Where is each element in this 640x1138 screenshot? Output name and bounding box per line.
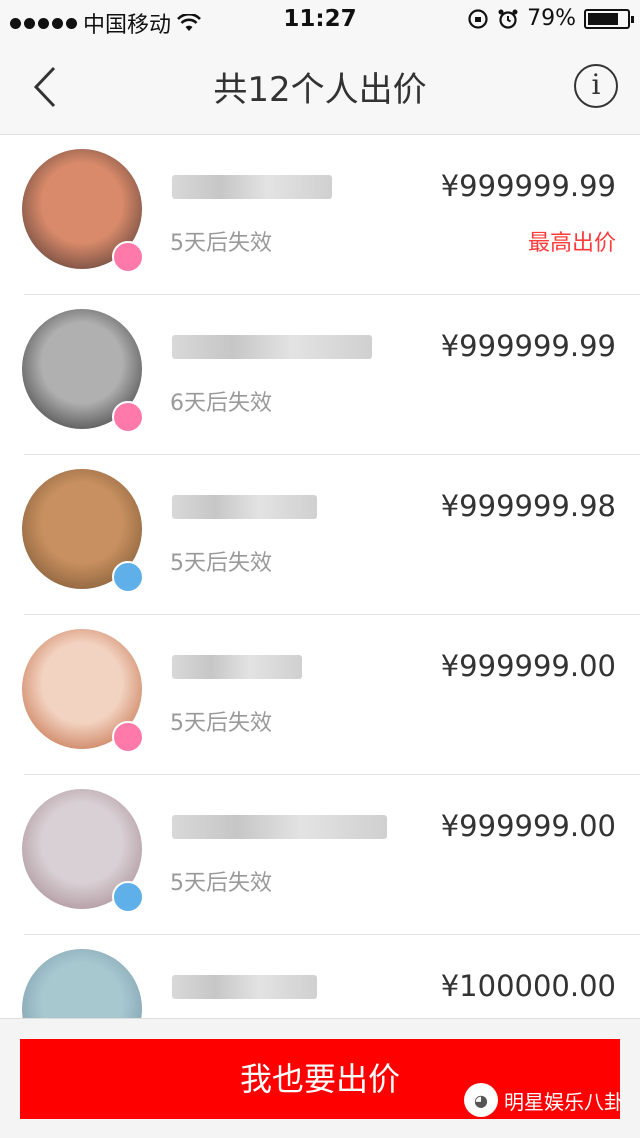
info-button[interactable]: i xyxy=(574,64,618,108)
expire-text: 6天后失效 xyxy=(170,391,272,416)
bid-list: 5天后失效 ¥999999.99 最高出价 6天后失效 ¥999999.99 5天后失效 ¥… xyxy=(0,135,640,1095)
rotation-lock-icon xyxy=(468,8,488,29)
highest-bid-tag: 最高出价 xyxy=(527,231,616,256)
wechat-icon: ◕ xyxy=(464,1083,498,1117)
gender-badge-icon xyxy=(112,561,144,593)
gender-badge-icon xyxy=(112,401,144,433)
bid-row[interactable]: 5天后失效 ¥999999.00 xyxy=(0,615,640,775)
bidder-name-blurred xyxy=(172,495,317,519)
avatar[interactable] xyxy=(22,469,144,593)
bid-price: ¥999999.99 xyxy=(440,169,616,203)
bidder-name-blurred xyxy=(172,975,317,999)
bidder-name-blurred xyxy=(172,335,372,359)
bidder-name-blurred xyxy=(172,815,387,839)
watermark: ◕ 明星娱乐八卦 xyxy=(464,1083,624,1117)
battery-icon xyxy=(584,8,634,29)
expire-text: 5天后失效 xyxy=(170,551,272,576)
gender-badge-icon xyxy=(112,721,144,753)
expire-text: 5天后失效 xyxy=(170,711,272,736)
watermark-label: 明星娱乐八卦 xyxy=(504,1089,624,1114)
bidder-name-blurred xyxy=(172,655,302,679)
bid-price: ¥999999.00 xyxy=(440,649,616,683)
status-right: 79% xyxy=(467,6,634,31)
bottom-bar: 我也要出价 ◕ 明星娱乐八卦 xyxy=(0,1018,640,1138)
bid-row[interactable]: 6天后失效 ¥999999.99 xyxy=(0,295,640,455)
avatar[interactable] xyxy=(22,149,144,273)
expire-text: 5天后失效 xyxy=(170,231,272,256)
avatar[interactable] xyxy=(22,629,144,753)
bid-price: ¥999999.00 xyxy=(440,809,616,843)
status-bar: 中国移动 11:27 79% xyxy=(0,0,640,40)
info-icon: i xyxy=(591,68,601,101)
bid-row[interactable]: 5天后失效 ¥999999.99 最高出价 xyxy=(0,135,640,295)
bid-row[interactable]: 5天后失效 ¥999999.98 xyxy=(0,455,640,615)
avatar[interactable] xyxy=(22,789,144,913)
bidder-name-blurred xyxy=(172,175,332,199)
bid-price: ¥100000.00 xyxy=(440,969,616,1003)
avatar[interactable] xyxy=(22,309,144,433)
page-title: 共12个人出价 xyxy=(213,70,427,110)
alarm-icon xyxy=(498,9,518,29)
expire-text: 5天后失效 xyxy=(170,871,272,896)
battery-percent: 79% xyxy=(527,6,576,31)
gender-badge-icon xyxy=(112,881,144,913)
bid-row[interactable]: 5天后失效 ¥999999.00 xyxy=(0,775,640,935)
gender-badge-icon xyxy=(112,241,144,273)
nav-bar: 共12个人出价 i xyxy=(0,40,640,135)
bid-price: ¥999999.98 xyxy=(440,489,616,523)
bid-price: ¥999999.99 xyxy=(440,329,616,363)
